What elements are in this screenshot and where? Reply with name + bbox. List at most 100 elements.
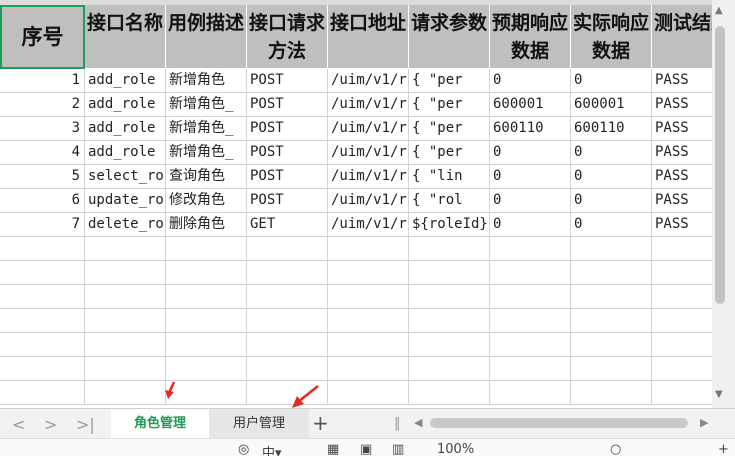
empty-cell[interactable] xyxy=(247,357,328,381)
empty-cell[interactable] xyxy=(409,285,490,309)
cell-id[interactable]: 3 xyxy=(0,117,85,141)
empty-cell[interactable] xyxy=(166,357,247,381)
header-cell-actual[interactable]: 实际响应数据 xyxy=(571,5,652,69)
empty-cell[interactable] xyxy=(247,261,328,285)
empty-cell[interactable] xyxy=(409,309,490,333)
zoom-in-icon[interactable]: + xyxy=(718,442,729,456)
vertical-scroll-thumb[interactable] xyxy=(715,26,725,304)
empty-cell[interactable] xyxy=(652,237,712,261)
cell-params[interactable]: { "per xyxy=(409,117,490,141)
cell-name[interactable]: add_role xyxy=(85,93,166,117)
cell-id[interactable]: 4 xyxy=(0,141,85,165)
empty-cell[interactable] xyxy=(490,237,571,261)
cell-name[interactable]: add_role xyxy=(85,141,166,165)
cell-params[interactable]: { "rol xyxy=(409,189,490,213)
cell-method[interactable]: POST xyxy=(247,165,328,189)
cell-params[interactable]: { "lin xyxy=(409,165,490,189)
empty-cell[interactable] xyxy=(85,237,166,261)
cell-params[interactable]: { "per xyxy=(409,141,490,165)
empty-cell[interactable] xyxy=(85,309,166,333)
empty-cell[interactable] xyxy=(0,285,85,309)
cell-url[interactable]: /uim/v1/r xyxy=(328,189,409,213)
cell-name[interactable]: delete_ro xyxy=(85,213,166,237)
cell-name[interactable]: add_role xyxy=(85,117,166,141)
empty-cell[interactable] xyxy=(166,309,247,333)
cell-actual[interactable]: 600110 xyxy=(571,117,652,141)
cell-method[interactable]: POST xyxy=(247,93,328,117)
cell-id[interactable]: 2 xyxy=(0,93,85,117)
cell-params[interactable]: ${roleId} xyxy=(409,213,490,237)
cell-id[interactable]: 5 xyxy=(0,165,85,189)
cell-actual[interactable]: 0 xyxy=(571,69,652,93)
cell-params[interactable]: { "per xyxy=(409,93,490,117)
cell-desc[interactable]: 删除角色 xyxy=(166,213,247,237)
empty-cell[interactable] xyxy=(571,381,652,405)
cell-url[interactable]: /uim/v1/r xyxy=(328,213,409,237)
empty-cell[interactable] xyxy=(652,381,712,405)
empty-cell[interactable] xyxy=(247,309,328,333)
cell-name[interactable]: add_role xyxy=(85,69,166,93)
cell-name[interactable]: select_ro xyxy=(85,165,166,189)
empty-cell[interactable] xyxy=(571,309,652,333)
empty-cell[interactable] xyxy=(247,237,328,261)
input-mode-icon[interactable]: 中▾ xyxy=(262,442,282,456)
cell-result[interactable]: PASS xyxy=(652,93,712,117)
cell-result[interactable]: PASS xyxy=(652,213,712,237)
tab-user-management[interactable]: 用户管理 xyxy=(209,409,309,439)
scroll-up-icon[interactable]: ▲ xyxy=(715,5,723,16)
empty-cell[interactable] xyxy=(571,333,652,357)
cell-desc[interactable]: 新增角色_ xyxy=(166,141,247,165)
empty-cell[interactable] xyxy=(247,285,328,309)
cell-result[interactable]: PASS xyxy=(652,189,712,213)
header-cell-name[interactable]: 接口名称 xyxy=(85,5,166,69)
cell-method[interactable]: POST xyxy=(247,117,328,141)
header-cell-method[interactable]: 接口请求方法 xyxy=(247,5,328,69)
empty-cell[interactable] xyxy=(409,381,490,405)
cell-params[interactable]: { "per xyxy=(409,69,490,93)
empty-cell[interactable] xyxy=(409,357,490,381)
cell-actual[interactable]: 600001 xyxy=(571,93,652,117)
empty-cell[interactable] xyxy=(328,357,409,381)
header-cell-result[interactable]: 测试结果 xyxy=(652,5,712,69)
cell-method[interactable]: POST xyxy=(247,189,328,213)
page-break-icon[interactable]: ▥ xyxy=(392,442,404,456)
empty-cell[interactable] xyxy=(490,381,571,405)
empty-cell[interactable] xyxy=(328,261,409,285)
zoom-slider-knob-icon[interactable]: ○ xyxy=(610,442,621,456)
empty-cell[interactable] xyxy=(166,237,247,261)
cell-actual[interactable]: 0 xyxy=(571,165,652,189)
empty-cell[interactable] xyxy=(652,333,712,357)
header-cell-expected[interactable]: 预期响应数据 xyxy=(490,5,571,69)
cell-id[interactable]: 6 xyxy=(0,189,85,213)
cell-url[interactable]: /uim/v1/r xyxy=(328,69,409,93)
header-cell-url[interactable]: 接口地址 xyxy=(328,5,409,69)
spreadsheet-grid[interactable]: 序号 接口名称 用例描述 接口请求方法 接口地址 请求参数 预期响应数据 实际响… xyxy=(0,5,712,408)
empty-cell[interactable] xyxy=(0,261,85,285)
cell-result[interactable]: PASS xyxy=(652,165,712,189)
cell-result[interactable]: PASS xyxy=(652,117,712,141)
last-sheet-icon[interactable]: >| xyxy=(76,415,95,434)
cell-expected[interactable]: 0 xyxy=(490,141,571,165)
cell-method[interactable]: POST xyxy=(247,141,328,165)
cell-url[interactable]: /uim/v1/r xyxy=(328,93,409,117)
cell-expected[interactable]: 0 xyxy=(490,69,571,93)
horizontal-scroll-thumb[interactable] xyxy=(430,418,688,428)
empty-cell[interactable] xyxy=(652,261,712,285)
normal-view-icon[interactable]: ▦ xyxy=(327,442,339,456)
cell-expected[interactable]: 0 xyxy=(490,213,571,237)
empty-cell[interactable] xyxy=(166,261,247,285)
add-sheet-icon[interactable]: + xyxy=(312,411,329,435)
header-cell-params[interactable]: 请求参数 xyxy=(409,5,490,69)
header-cell-desc[interactable]: 用例描述 xyxy=(166,5,247,69)
empty-cell[interactable] xyxy=(409,237,490,261)
tab-role-management[interactable]: 角色管理 xyxy=(111,409,209,439)
header-cell-id[interactable]: 序号 xyxy=(0,5,85,69)
cell-actual[interactable]: 0 xyxy=(571,213,652,237)
empty-cell[interactable] xyxy=(328,285,409,309)
cell-desc[interactable]: 新增角色 xyxy=(166,69,247,93)
empty-cell[interactable] xyxy=(328,309,409,333)
empty-cell[interactable] xyxy=(490,309,571,333)
cell-url[interactable]: /uim/v1/r xyxy=(328,117,409,141)
empty-cell[interactable] xyxy=(652,285,712,309)
empty-cell[interactable] xyxy=(490,333,571,357)
